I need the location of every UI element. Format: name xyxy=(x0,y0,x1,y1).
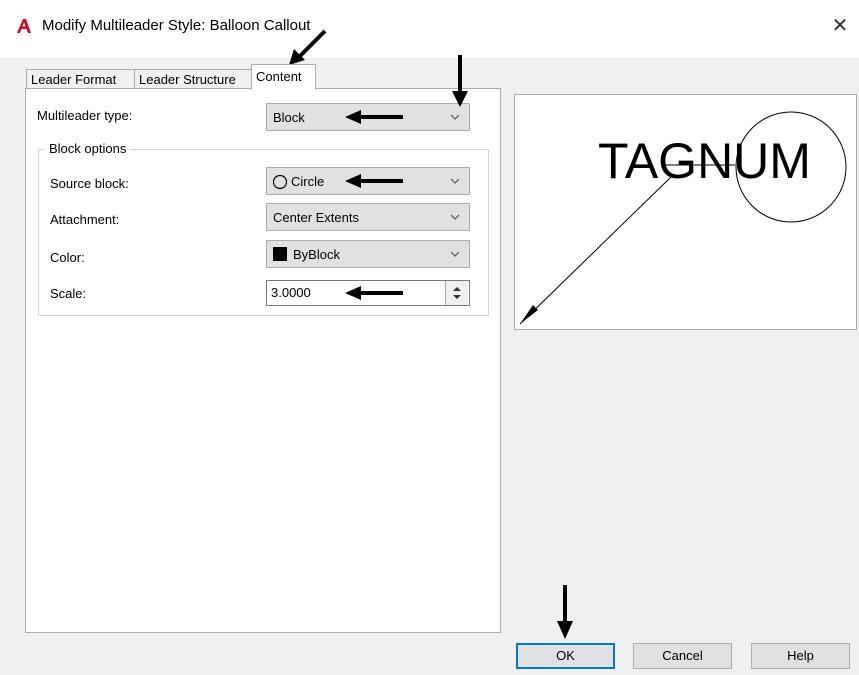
annotation-arrow-icon xyxy=(289,29,327,65)
preview-text: TAGNUM xyxy=(598,133,811,189)
scale-label: Scale: xyxy=(50,286,87,301)
attachment-value: Center Extents xyxy=(273,210,359,225)
spinner-arrows-icon xyxy=(453,287,461,299)
color-label: Color: xyxy=(50,250,85,265)
color-value: ByBlock xyxy=(293,247,340,262)
color-dropdown[interactable]: ByBlock xyxy=(266,240,470,268)
annotation-arrow-icon xyxy=(345,174,403,188)
chevron-down-icon xyxy=(450,178,460,184)
tab-leader-format[interactable]: Leader Format xyxy=(26,69,140,90)
chevron-down-icon xyxy=(450,214,460,220)
annotation-arrow-icon xyxy=(452,55,468,107)
attachment-label: Attachment: xyxy=(50,212,120,227)
scale-spinner[interactable] xyxy=(445,281,468,305)
chevron-down-icon xyxy=(450,251,460,257)
attachment-dropdown[interactable]: Center Extents xyxy=(266,203,470,231)
help-button[interactable]: Help xyxy=(751,643,850,669)
multileader-type-value: Block xyxy=(273,110,305,125)
tab-content[interactable]: Content xyxy=(251,64,316,90)
cancel-button[interactable]: Cancel xyxy=(633,643,732,669)
block-options-title: Block options xyxy=(45,141,131,156)
scale-value: 3.0000 xyxy=(271,285,311,300)
chevron-down-icon xyxy=(450,114,460,120)
source-block-value: Circle xyxy=(291,174,325,189)
color-swatch xyxy=(273,247,287,261)
source-block-label: Source block: xyxy=(50,176,129,191)
close-button[interactable]: ✕ xyxy=(826,12,854,40)
circle-icon xyxy=(272,174,288,190)
preview-pane: TAGNUM xyxy=(514,94,857,330)
annotation-arrow-icon xyxy=(345,286,403,300)
autocad-logo-icon xyxy=(17,19,31,33)
annotation-arrow-icon xyxy=(557,585,573,639)
window-title: Modify Multileader Style: Balloon Callou… xyxy=(42,17,311,34)
annotation-arrow-icon xyxy=(345,110,403,124)
multileader-type-label: Multileader type: xyxy=(37,108,133,123)
tab-leader-structure[interactable]: Leader Structure xyxy=(134,69,257,90)
ok-button[interactable]: OK xyxy=(516,643,615,669)
